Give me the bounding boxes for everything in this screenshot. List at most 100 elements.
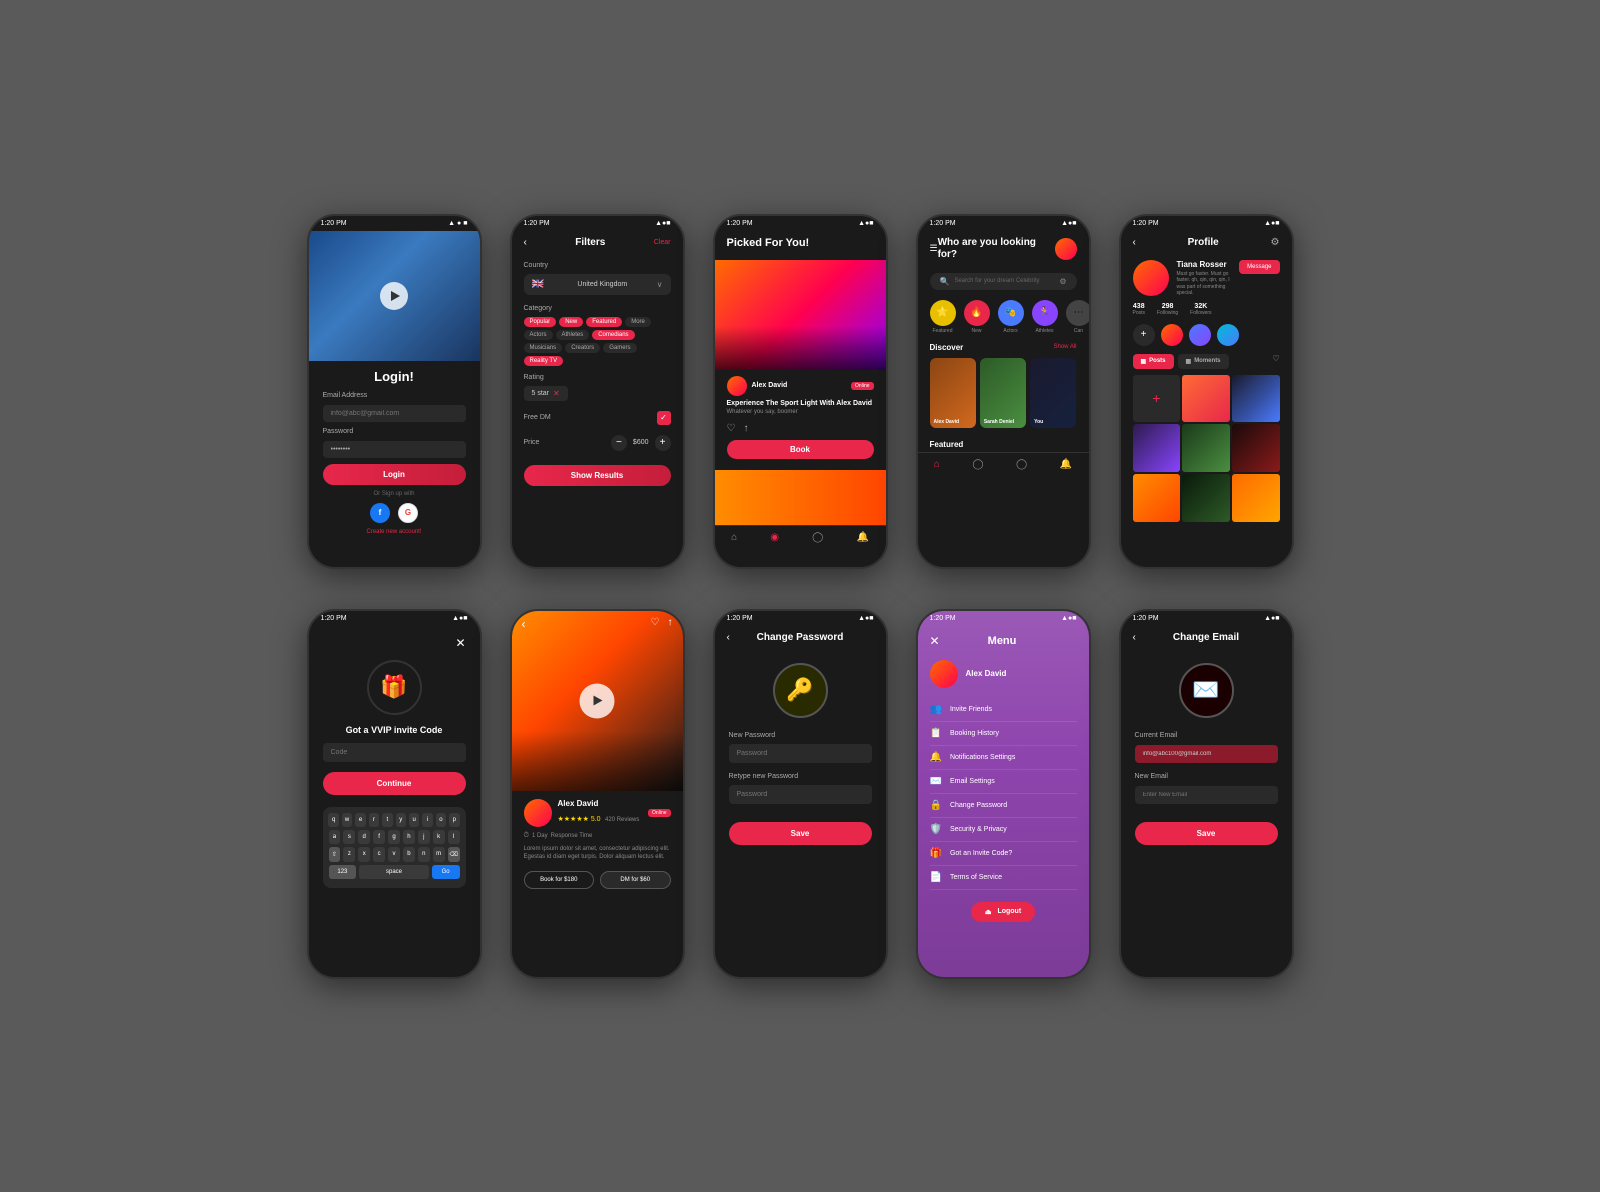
key-j[interactable]: j bbox=[418, 830, 430, 844]
key-r[interactable]: r bbox=[369, 813, 379, 827]
discover-card-2[interactable]: Sarah Deniel bbox=[980, 358, 1026, 428]
rating-clear-icon[interactable]: ✕ bbox=[553, 389, 560, 398]
free-dm-checkbox[interactable]: ✓ bbox=[657, 411, 671, 425]
tag-reality-tv[interactable]: Reality TV bbox=[524, 356, 564, 366]
key-p[interactable]: p bbox=[449, 813, 459, 827]
new-password-input[interactable] bbox=[729, 744, 872, 763]
tag-popular[interactable]: Popular bbox=[524, 317, 557, 327]
share-icon[interactable]: ↑ bbox=[743, 423, 748, 434]
nav-messages-icon[interactable]: ◯ bbox=[812, 532, 823, 543]
key-delete[interactable]: ⌫ bbox=[448, 847, 460, 862]
back-arrow[interactable]: ‹ bbox=[524, 237, 527, 248]
category-actors[interactable]: 🎭 Actors bbox=[998, 300, 1024, 334]
save-email-button[interactable]: Save bbox=[1135, 822, 1278, 845]
photo-8[interactable] bbox=[1232, 474, 1280, 522]
show-results-button[interactable]: Show Results bbox=[524, 465, 671, 486]
key-m[interactable]: m bbox=[433, 847, 445, 862]
key-a[interactable]: a bbox=[329, 830, 341, 844]
show-all-link[interactable]: Show All bbox=[1053, 344, 1076, 350]
key-go[interactable]: Go bbox=[432, 865, 460, 879]
photo-5[interactable] bbox=[1232, 424, 1280, 472]
key-s[interactable]: s bbox=[343, 830, 355, 844]
add-button[interactable]: + bbox=[1133, 324, 1155, 346]
celeb-play-button[interactable] bbox=[580, 683, 615, 718]
key-z[interactable]: z bbox=[343, 847, 355, 862]
tag-more[interactable]: More bbox=[625, 317, 651, 327]
key-g[interactable]: g bbox=[388, 830, 400, 844]
menu-item-security[interactable]: 🛡️ Security & Privacy bbox=[930, 818, 1077, 842]
add-photo-cell[interactable]: + bbox=[1133, 375, 1181, 423]
nav-messages-icon[interactable]: ◯ bbox=[1016, 459, 1027, 470]
key-y[interactable]: y bbox=[396, 813, 406, 827]
key-c[interactable]: c bbox=[373, 847, 385, 862]
tag-actors[interactable]: Actors bbox=[524, 330, 553, 340]
create-account-link[interactable]: Create new account! bbox=[323, 529, 466, 535]
menu-item-email[interactable]: ✉️ Email Settings bbox=[930, 770, 1077, 794]
password-input[interactable] bbox=[323, 441, 466, 458]
key-q[interactable]: q bbox=[328, 813, 338, 827]
category-featured[interactable]: ⭐ Featured bbox=[930, 300, 956, 334]
discover-card-1[interactable]: Alex David bbox=[930, 358, 976, 428]
category-more[interactable]: ⋯ Can bbox=[1066, 300, 1089, 334]
book-button[interactable]: Book bbox=[727, 440, 874, 459]
price-increase-button[interactable]: + bbox=[655, 435, 671, 451]
country-select[interactable]: 🇬🇧 United Kingdom ∨ bbox=[524, 274, 671, 295]
tag-new[interactable]: New bbox=[559, 317, 583, 327]
key-t[interactable]: t bbox=[382, 813, 392, 827]
key-v[interactable]: v bbox=[388, 847, 400, 862]
category-athletes[interactable]: 🏃 Athletes bbox=[1032, 300, 1058, 334]
photo-6[interactable] bbox=[1133, 474, 1181, 522]
menu-item-terms[interactable]: 📄 Terms of Service bbox=[930, 866, 1077, 890]
filter-icon[interactable]: ⚙ bbox=[1059, 277, 1066, 286]
message-button[interactable]: Message bbox=[1239, 260, 1279, 274]
key-n[interactable]: n bbox=[418, 847, 430, 862]
tag-gamers[interactable]: Gamers bbox=[603, 343, 636, 353]
key-e[interactable]: e bbox=[355, 813, 365, 827]
key-o[interactable]: o bbox=[436, 813, 446, 827]
tag-comedians[interactable]: Comedians bbox=[592, 330, 634, 340]
facebook-button[interactable]: f bbox=[370, 503, 390, 523]
key-space[interactable]: space bbox=[359, 865, 428, 879]
tag-creators[interactable]: Creators bbox=[565, 343, 600, 353]
dm-price-button[interactable]: DM for $60 bbox=[600, 871, 671, 889]
celeb-heart-icon[interactable]: ♡ bbox=[651, 617, 660, 631]
key-shift[interactable]: ⇧ bbox=[329, 847, 341, 862]
nav-home-icon[interactable]: ⌂ bbox=[731, 532, 737, 543]
price-decrease-button[interactable]: − bbox=[611, 435, 627, 451]
celeb-share-icon[interactable]: ↑ bbox=[668, 617, 673, 631]
close-button[interactable]: ✕ bbox=[455, 636, 465, 650]
nav-home-icon-active[interactable]: ⌂ bbox=[934, 459, 940, 470]
tag-featured[interactable]: Featured bbox=[586, 317, 622, 327]
search-bar[interactable]: 🔍 Search for your dream Celebrity ⚙ bbox=[930, 273, 1077, 290]
save-password-button[interactable]: Save bbox=[729, 822, 872, 845]
key-u[interactable]: u bbox=[409, 813, 419, 827]
profile-back-icon[interactable]: ‹ bbox=[1133, 237, 1136, 248]
key-w[interactable]: w bbox=[342, 813, 352, 827]
email-input[interactable] bbox=[323, 405, 466, 422]
google-button[interactable]: G bbox=[398, 503, 418, 523]
discover-card-3[interactable]: You bbox=[1030, 358, 1076, 428]
photo-1[interactable] bbox=[1182, 375, 1230, 423]
login-button[interactable]: Login bbox=[323, 464, 466, 485]
clear-button[interactable]: Clear bbox=[654, 239, 671, 246]
new-email-input[interactable] bbox=[1135, 786, 1278, 804]
rating-select[interactable]: 5 star ✕ bbox=[524, 386, 568, 401]
menu-item-notifications[interactable]: 🔔 Notifications Settings bbox=[930, 746, 1077, 770]
photo-3[interactable] bbox=[1133, 424, 1181, 472]
email-back-icon[interactable]: ‹ bbox=[1133, 632, 1136, 643]
menu-item-password[interactable]: 🔒 Change Password bbox=[930, 794, 1077, 818]
current-email-input[interactable] bbox=[1135, 745, 1278, 763]
tag-musicians[interactable]: Musicians bbox=[524, 343, 563, 353]
photo-2[interactable] bbox=[1232, 375, 1280, 423]
photo-7[interactable] bbox=[1182, 474, 1230, 522]
book-price-button[interactable]: Book for $180 bbox=[524, 871, 595, 889]
key-f[interactable]: f bbox=[373, 830, 385, 844]
menu-item-booking[interactable]: 📋 Booking History bbox=[930, 722, 1077, 746]
tab-moments[interactable]: ▦ Moments bbox=[1178, 354, 1229, 369]
continue-button[interactable]: Continue bbox=[323, 772, 466, 795]
logout-button[interactable]: ⏏ Logout bbox=[971, 902, 1035, 922]
key-k[interactable]: k bbox=[433, 830, 445, 844]
nav-explore-icon[interactable]: ◉ bbox=[770, 532, 779, 543]
settings-icon[interactable]: ⚙ bbox=[1271, 237, 1280, 248]
key-h[interactable]: h bbox=[403, 830, 415, 844]
